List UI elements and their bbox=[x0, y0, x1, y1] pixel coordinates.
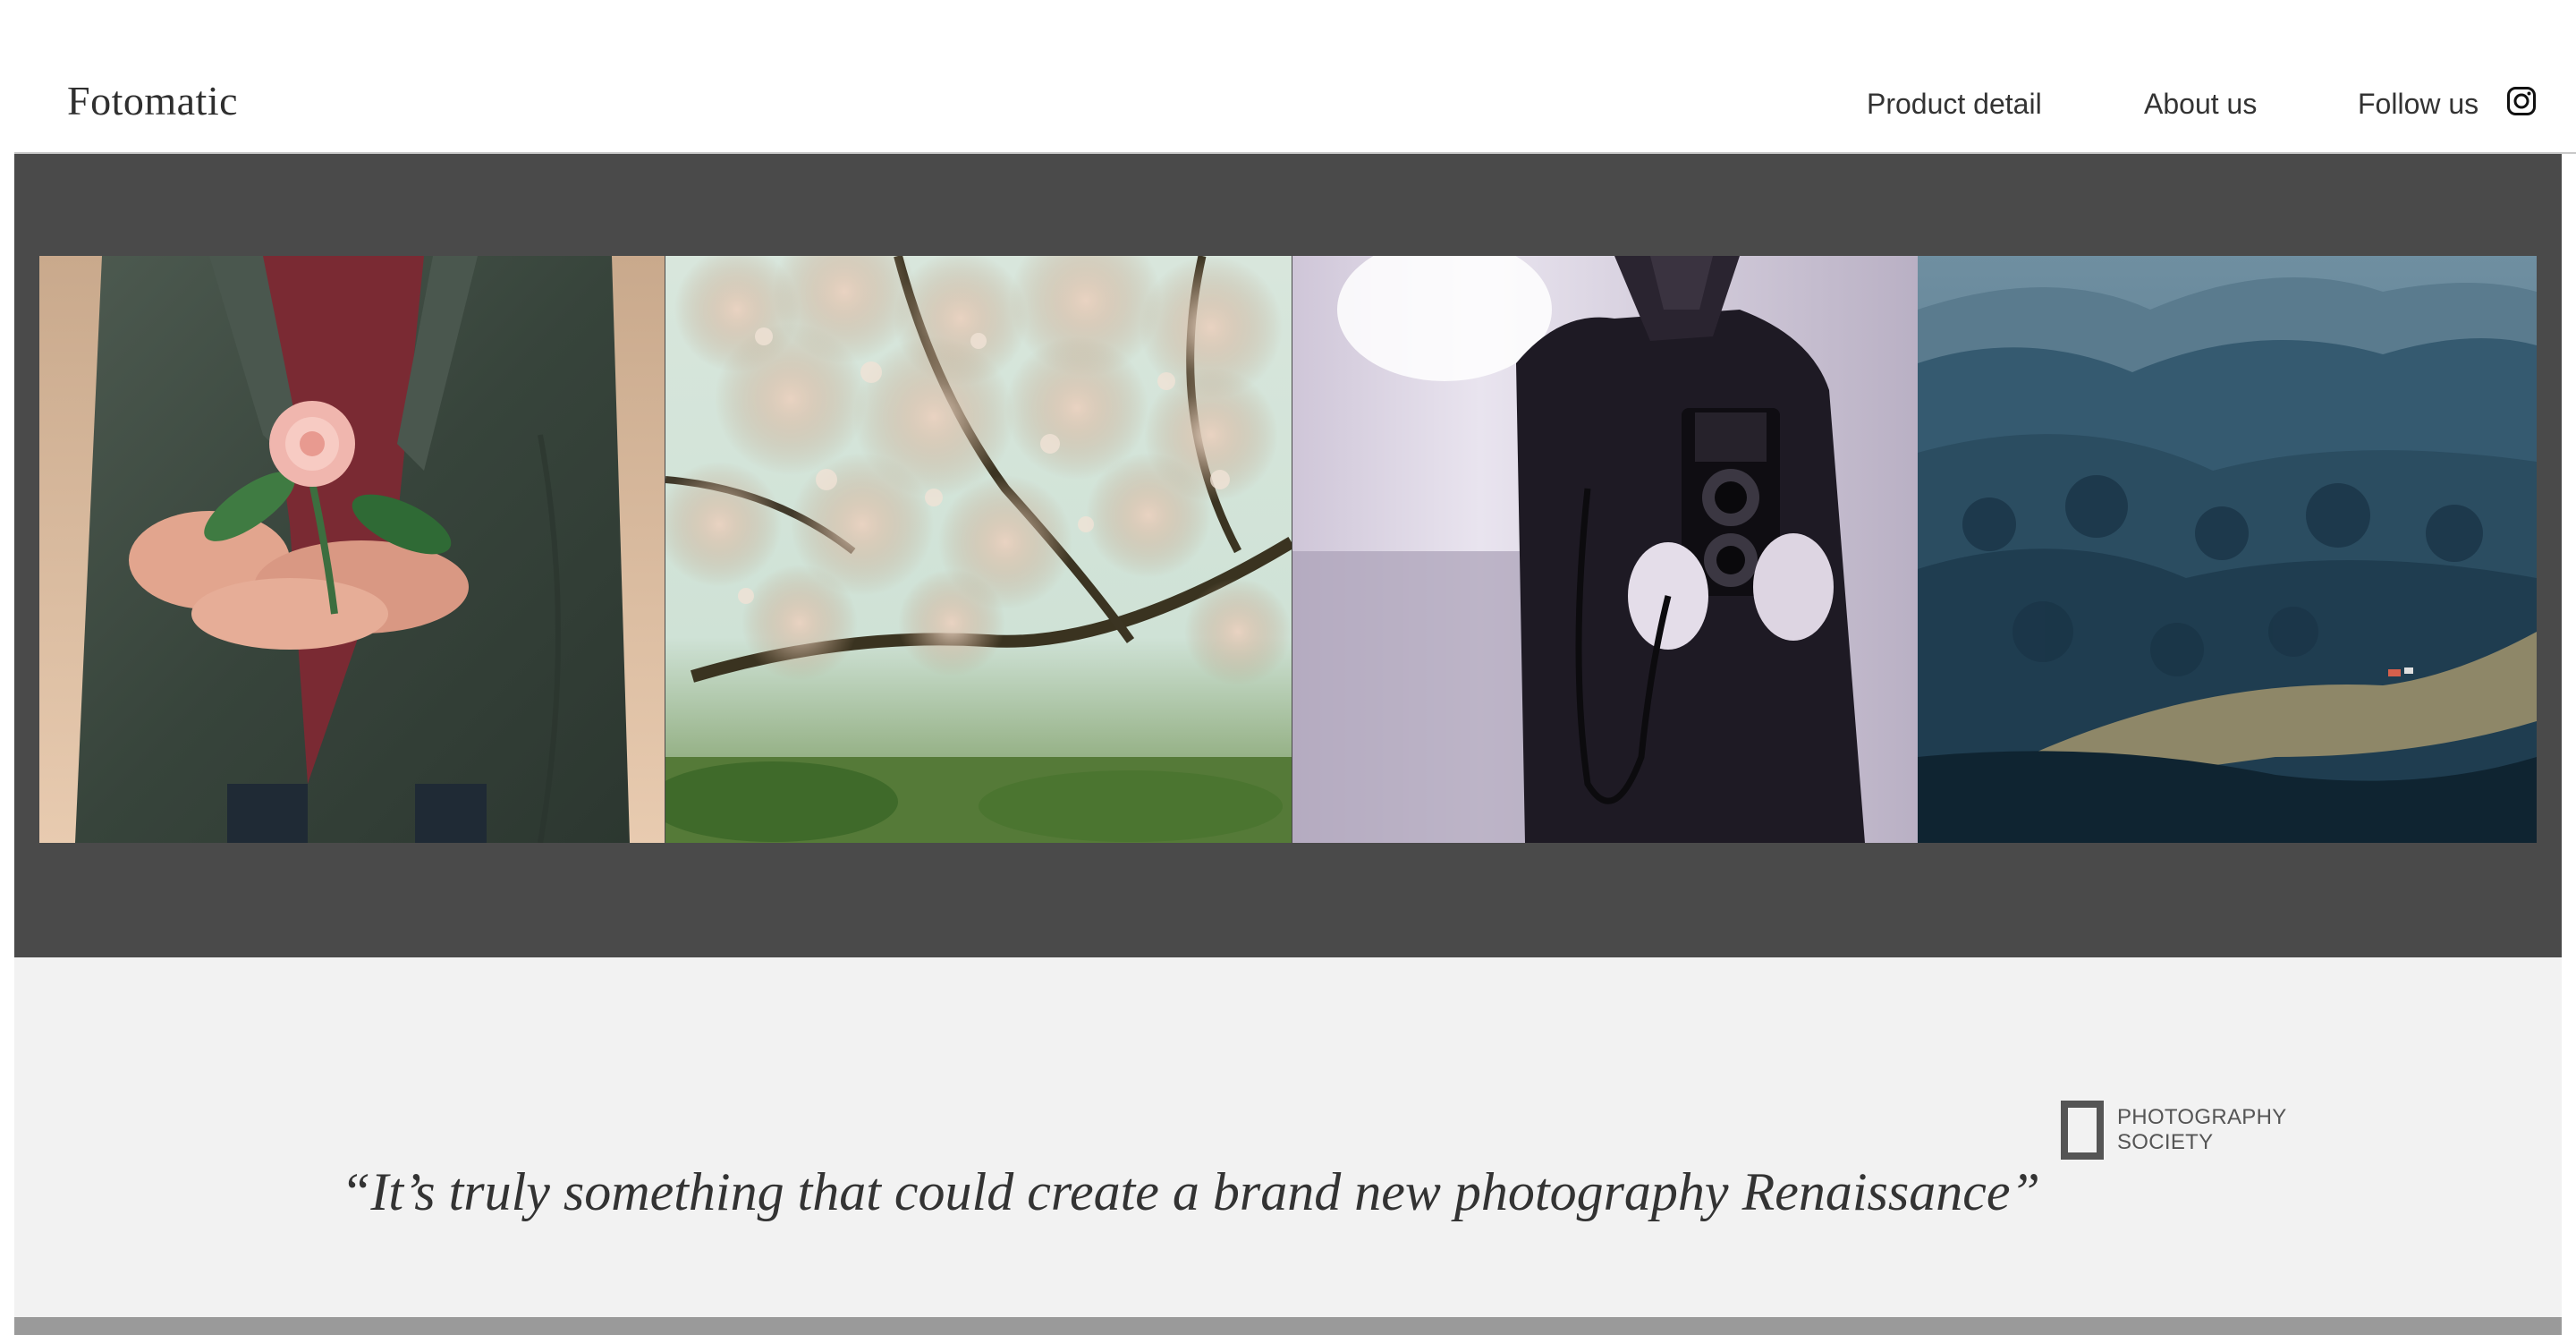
nav-follow-us[interactable]: Follow us bbox=[2358, 88, 2479, 121]
brand-logo[interactable]: Fotomatic bbox=[67, 77, 238, 124]
blossom-photo-image bbox=[665, 256, 1292, 843]
camera-photo-image bbox=[1292, 256, 1918, 843]
instagram-icon[interactable] bbox=[2506, 86, 2537, 116]
gallery-photo-camera[interactable] bbox=[1292, 256, 1918, 843]
source-line-2: SOCIETY bbox=[2117, 1130, 2214, 1154]
gallery-photo-blossoms[interactable] bbox=[665, 256, 1292, 843]
testimonial-section: “It’s truly something that could create … bbox=[14, 957, 2562, 1317]
footer-strip bbox=[14, 1317, 2562, 1335]
photo-gallery bbox=[14, 154, 2562, 957]
rose-photo-image bbox=[39, 256, 665, 843]
gallery-photo-valley[interactable] bbox=[1918, 256, 2537, 843]
source-line-1: PHOTOGRAPHY bbox=[2117, 1105, 2287, 1129]
photography-society-logo-icon bbox=[2061, 1101, 2104, 1160]
nav-about-us[interactable]: About us bbox=[2144, 88, 2257, 121]
valley-photo-image bbox=[1918, 256, 2537, 843]
nav-product-detail[interactable]: Product detail bbox=[1867, 88, 2042, 121]
gallery-photo-rose[interactable] bbox=[39, 256, 665, 843]
site-header: Fotomatic Product detail About us Follow… bbox=[0, 0, 2576, 154]
testimonial-source: PHOTOGRAPHY SOCIETY bbox=[2117, 1105, 2287, 1155]
testimonial-quote: “It’s truly something that could create … bbox=[341, 1162, 2040, 1221]
